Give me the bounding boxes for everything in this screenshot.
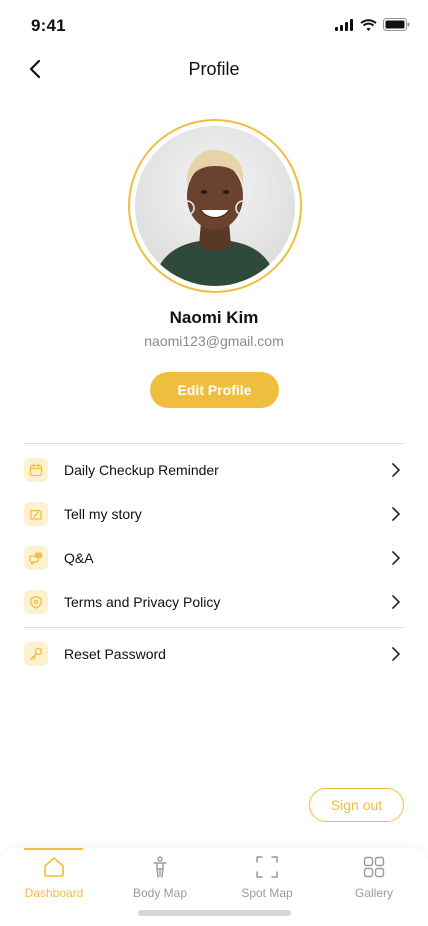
chat-icon <box>24 546 48 570</box>
nav-header: Profile <box>0 50 428 90</box>
home-icon <box>41 854 67 880</box>
tab-gallery[interactable]: Gallery <box>334 848 414 908</box>
user-email: naomi123@gmail.com <box>144 333 284 349</box>
signal-icon <box>335 18 354 36</box>
menu-item-label: Daily Checkup Reminder <box>64 462 219 478</box>
grid-icon <box>361 854 387 880</box>
tab-body-map[interactable]: Body Map <box>120 848 200 908</box>
tab-label: Gallery <box>354 886 393 900</box>
body-icon <box>147 854 173 880</box>
chevron-right-icon <box>388 506 404 522</box>
menu-item-label: Reset Password <box>64 646 166 662</box>
menu-item-tell-my-story[interactable]: Tell my story <box>24 494 404 534</box>
status-bar: 9:41 <box>0 0 428 50</box>
menu-item-label: Tell my story <box>64 506 142 522</box>
chevron-right-icon <box>388 646 404 662</box>
shield-icon <box>24 590 48 614</box>
tab-dashboard[interactable]: Dashboard <box>14 848 94 908</box>
home-indicator <box>138 910 291 916</box>
key-icon <box>24 642 48 666</box>
chevron-right-icon <box>388 462 404 478</box>
menu-item-reset-password[interactable]: Reset Password <box>24 634 404 674</box>
calendar-icon <box>24 458 48 482</box>
menu-item-terms-and-privacy-policy[interactable]: Terms and Privacy Policy <box>24 582 404 622</box>
tab-label: Dashboard <box>24 886 84 900</box>
avatar <box>135 126 295 286</box>
menu-item-label: Terms and Privacy Policy <box>64 594 221 610</box>
sign-out-button[interactable]: Sign out <box>309 788 404 822</box>
story-icon <box>24 502 48 526</box>
status-icons <box>335 18 410 36</box>
status-time: 9:41 <box>31 16 66 35</box>
divider <box>24 443 404 444</box>
menu-item-qa[interactable]: Q&A <box>24 538 404 578</box>
menu-item-daily-checkup-reminder[interactable]: Daily Checkup Reminder <box>24 450 404 490</box>
tab-label: Spot Map <box>241 886 293 900</box>
page-title: Profile <box>188 59 240 79</box>
chevron-right-icon <box>388 594 404 610</box>
edit-profile-button[interactable]: Edit Profile <box>150 372 279 408</box>
wifi-icon <box>360 18 377 36</box>
tab-label: Body Map <box>132 886 188 900</box>
user-name: Naomi Kim <box>169 308 259 327</box>
battery-icon <box>383 18 410 36</box>
menu-item-label: Q&A <box>64 550 94 566</box>
scan-icon <box>254 854 280 880</box>
tab-spot-map[interactable]: Spot Map <box>227 848 307 908</box>
avatar-ring <box>128 119 302 293</box>
divider <box>24 627 404 628</box>
chevron-right-icon <box>388 550 404 566</box>
